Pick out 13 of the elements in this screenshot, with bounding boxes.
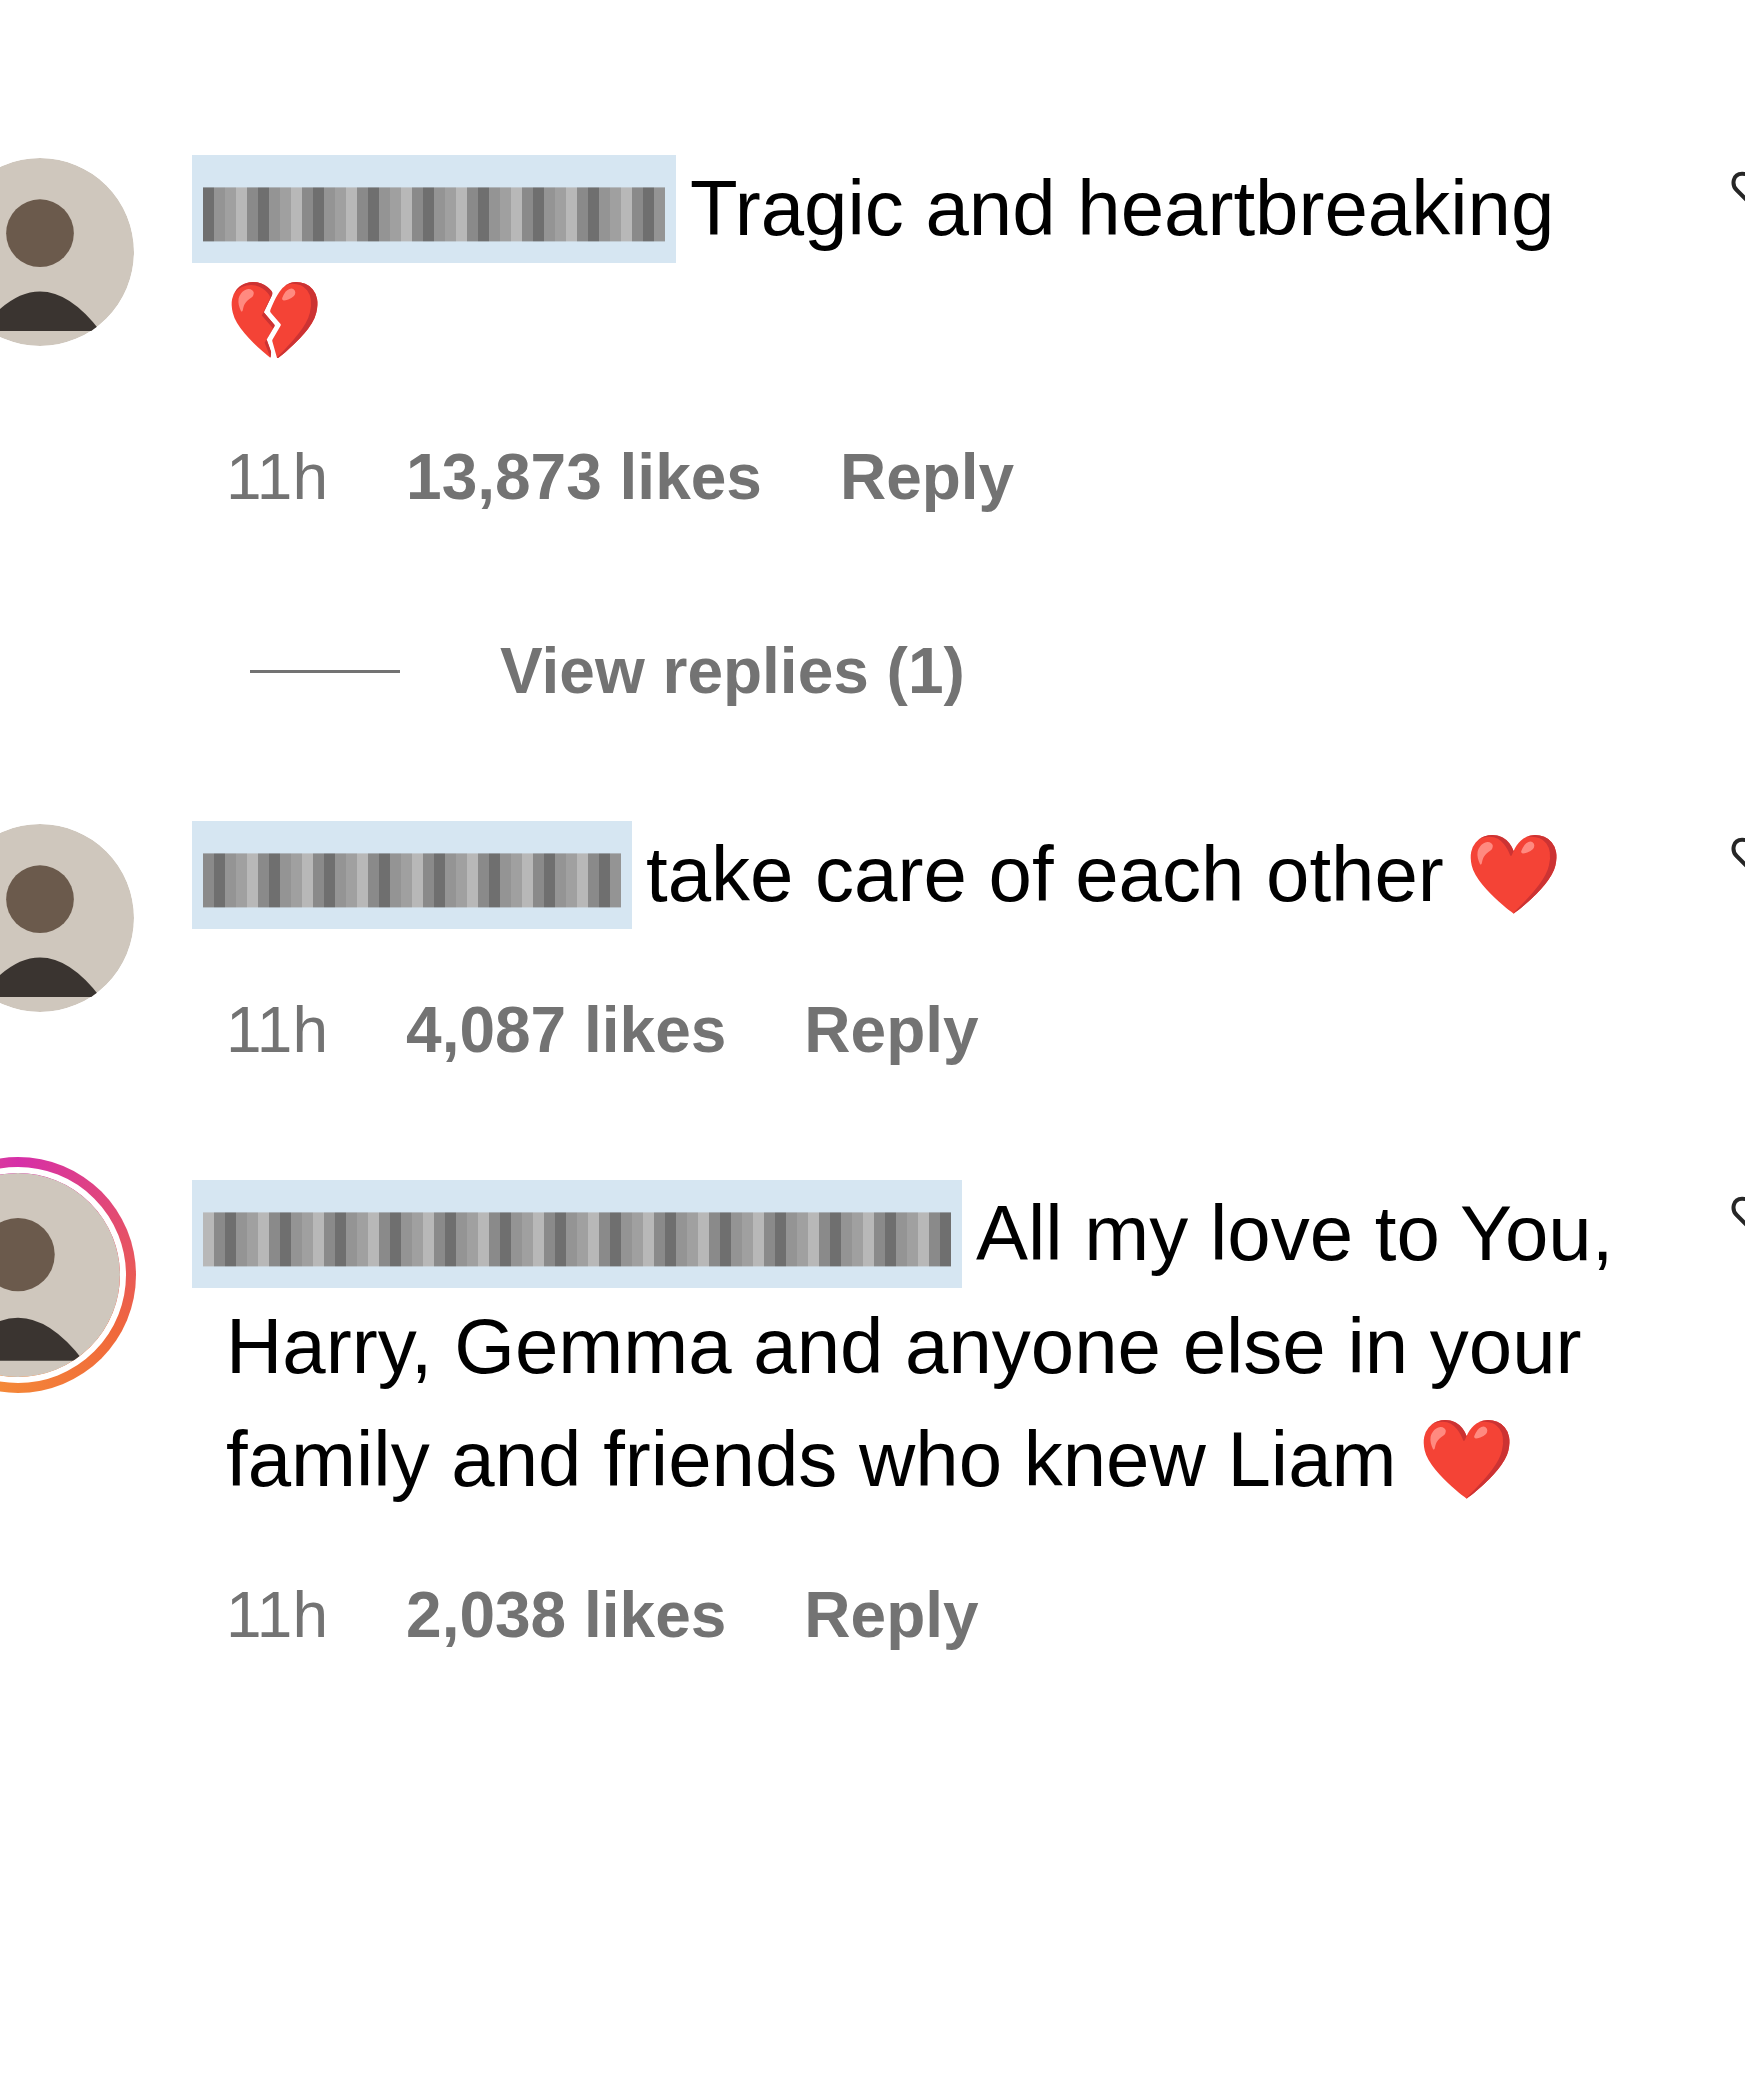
comment-time: 11h — [226, 993, 329, 1067]
comment-text: Tragic and heartbreaking 💔 — [226, 164, 1555, 365]
reply-link[interactable]: Reply — [839, 440, 1015, 514]
likes-count[interactable]: 4,087 likes — [406, 993, 727, 1067]
reply-link[interactable]: Reply — [804, 1578, 979, 1652]
likes-count[interactable]: 2,038 likes — [406, 1578, 727, 1652]
view-replies-link[interactable]: View replies (1) — [500, 634, 965, 708]
comment-text: take care of each other ❤ — [646, 830, 1563, 918]
comment-time: 11h — [226, 440, 329, 514]
reply-link[interactable]: Reply — [804, 993, 979, 1067]
comment-time: 11h — [226, 1578, 329, 1652]
likes-count[interactable]: 13,873 likes — [406, 440, 762, 514]
comment-text: All my love to You, Harry, Gemma and anyone else in your family and friends who knew Liam ❤ — [226, 1189, 1614, 1503]
